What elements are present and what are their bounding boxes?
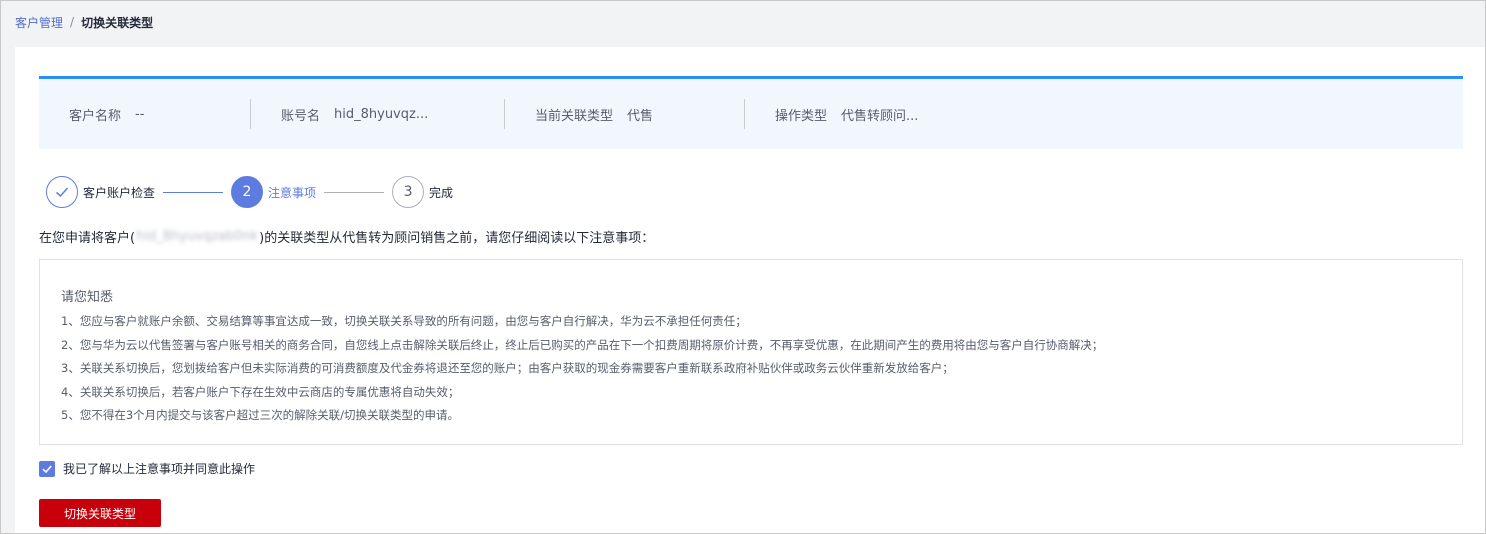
notice-item: 3、关联关系切换后，您划拨给客户但未实际消费的可消费额度及代金券将退还至您的账户… <box>61 361 954 375</box>
info-value: -- <box>135 106 145 122</box>
info-label: 客户名称 <box>69 108 122 124</box>
info-label: 当前关联类型 <box>535 108 614 124</box>
notice-item: 4、关联关系切换后，若客户账户下存在生效中云商店的专属优惠将自动失效； <box>61 384 460 399</box>
info-value: 代售转顾问... <box>841 108 919 124</box>
agreement-checkbox[interactable] <box>39 460 55 477</box>
info-divider <box>504 99 505 129</box>
notice-item: 1、您应与客户就账户余额、交易结算等事宜达成一致，切换关联关系导致的所有问题，由… <box>61 314 747 328</box>
step-3-number: 3 <box>392 176 425 208</box>
step-indicator: 客户账户检查 2 注意事项 3 完成 <box>46 175 453 209</box>
switch-association-type-button[interactable]: 切换关联类型 <box>39 499 161 527</box>
step-1-check-icon <box>46 176 78 208</box>
info-label: 操作类型 <box>775 108 828 124</box>
checkmark-icon <box>42 464 52 473</box>
notice-item: 5、您不得在3个月内提交与该客户超过三次的解除关联/切换关联类型的申请。 <box>61 408 460 422</box>
intro-prefix: 在您申请将客户( <box>39 231 136 246</box>
main-card: 客户名称 -- 账号名 hid_8hyuvqz... 当前关联类型 代售 操作类… <box>15 47 1485 534</box>
agreement-label[interactable]: 我已了解以上注意事项并同意此操作 <box>63 460 255 477</box>
info-value: hid_8hyuvqz... <box>334 106 429 122</box>
intro-text: 在您申请将客户( hid_8hyuvqzab0nk )的关联类型从代售转为顾问销… <box>39 227 654 246</box>
info-current-type: 当前关联类型 代售 <box>535 79 653 149</box>
step-3-label: 完成 <box>429 185 454 200</box>
step-connector <box>324 191 385 193</box>
info-divider <box>744 99 745 129</box>
info-value: 代售 <box>627 108 654 124</box>
breadcrumb-link-customer-management[interactable]: 客户管理 <box>15 14 63 31</box>
notice-item: 2、您与华为云以代售签署与客户账号相关的商务合同，自您线上点击解除关联后终止，终… <box>61 337 1104 352</box>
masked-account-id: hid_8hyuvqzab0nk <box>136 229 259 244</box>
info-account-name: 账号名 hid_8hyuvqz... <box>281 79 428 149</box>
breadcrumb-current: 切换关联类型 <box>81 15 154 30</box>
breadcrumb: 客户管理 / 切换关联类型 <box>15 14 153 30</box>
info-customer-name: 客户名称 -- <box>69 79 144 149</box>
step-1-label: 客户账户检查 <box>83 185 156 200</box>
customer-info-bar: 客户名称 -- 账号名 hid_8hyuvqz... 当前关联类型 代售 操作类… <box>39 76 1463 149</box>
info-label: 账号名 <box>281 108 321 124</box>
notice-list: 1、您应与客户就账户余额、交易结算等事宜达成一致，切换关联关系导致的所有问题，由… <box>61 310 1103 428</box>
step-2-label: 注意事项 <box>268 185 317 200</box>
step-2-number: 2 <box>231 176 264 208</box>
step-connector <box>163 191 224 193</box>
info-operation-type: 操作类型 代售转顾问... <box>775 79 918 149</box>
intro-suffix: )的关联类型从代售转为顾问销售之前，请您仔细阅读以下注意事项： <box>259 231 655 246</box>
notice-box: 请您知悉 1、您应与客户就账户余额、交易结算等事宜达成一致，切换关联关系导致的所… <box>39 259 1463 445</box>
agreement-row[interactable]: 我已了解以上注意事项并同意此操作 <box>39 460 255 477</box>
breadcrumb-separator: / <box>70 15 75 29</box>
notice-title: 请您知悉 <box>61 290 114 305</box>
info-divider <box>250 99 251 129</box>
